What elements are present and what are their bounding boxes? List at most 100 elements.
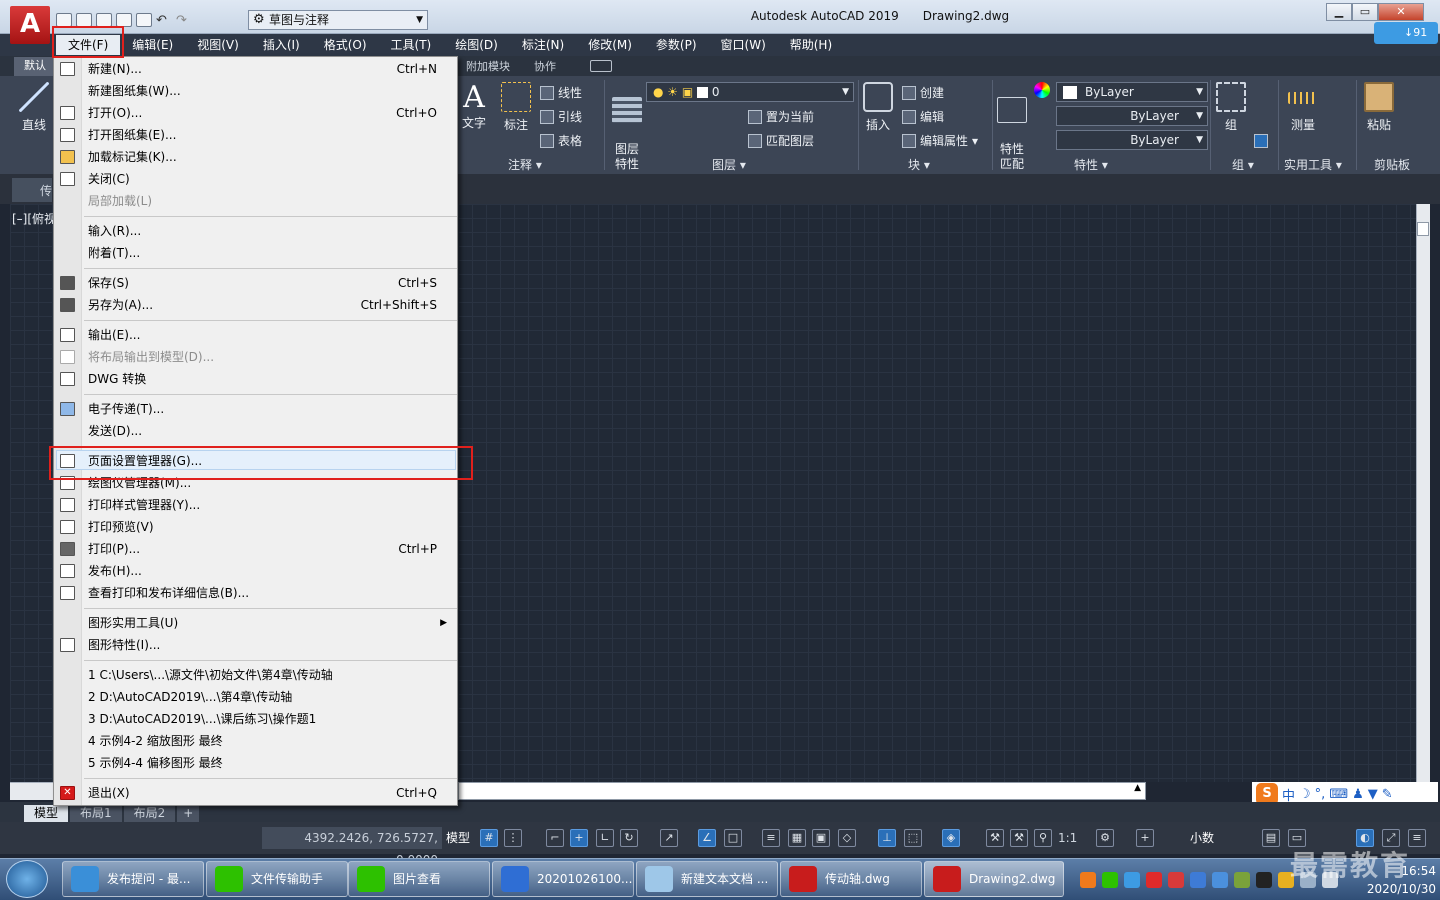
- menu-item-new[interactable]: 新建(N)... Ctrl+N: [54, 58, 457, 80]
- keyboard-icon[interactable]: ⌨: [1329, 787, 1348, 802]
- table-button[interactable]: 表格: [540, 132, 582, 149]
- menu-item-export[interactable]: 输出(E)...: [54, 324, 457, 346]
- linetype-dropdown[interactable]: ByLayer ▼: [1056, 130, 1208, 150]
- set-current-button[interactable]: 置为当前: [748, 108, 814, 125]
- snap-icon[interactable]: ⋮: [504, 829, 522, 847]
- netease-tray-icon[interactable]: [1168, 872, 1184, 888]
- match-layer-button[interactable]: 匹配图层: [748, 132, 814, 149]
- quick-properties-icon[interactable]: ▤: [1262, 829, 1280, 847]
- object-snap-icon[interactable]: □: [724, 829, 742, 847]
- menu-item-plot[interactable]: 打印(P)... Ctrl+P: [54, 538, 457, 560]
- workspace-dropdown[interactable]: ⚙ 草图与注释 ▼: [248, 10, 428, 30]
- menu-item-recent-1[interactable]: 1 C:\Users\...\源文件\初始文件\第4章\传动轴: [54, 664, 457, 686]
- menu-format[interactable]: 格式(O): [312, 35, 379, 55]
- taskbar-item-wechat[interactable]: 文件传输助手: [206, 861, 348, 897]
- menu-view[interactable]: 视图(V): [185, 35, 251, 55]
- menu-tools[interactable]: 工具(T): [379, 35, 444, 55]
- menu-dimension[interactable]: 标注(N): [510, 35, 576, 55]
- print-icon[interactable]: [136, 13, 152, 27]
- redo-icon[interactable]: ↷: [176, 13, 192, 28]
- annotation-panel-title[interactable]: 注释 ▾: [508, 156, 542, 173]
- menu-item-send[interactable]: 发送(D)...: [54, 420, 457, 442]
- annotation-monitor-icon[interactable]: +: [1136, 829, 1154, 847]
- tab-model[interactable]: 模型: [24, 805, 69, 822]
- layer-dropdown[interactable]: ● ☀ ▣ 0 ▼: [646, 82, 854, 102]
- tab-home[interactable]: 默认: [14, 57, 56, 76]
- open-icon[interactable]: [76, 13, 92, 27]
- grid-icon[interactable]: #: [480, 829, 498, 847]
- menu-item-etransmit[interactable]: 电子传递(T)...: [54, 398, 457, 420]
- new-icon[interactable]: [56, 13, 72, 27]
- autocad-logo-icon[interactable]: A: [10, 6, 50, 44]
- menu-window[interactable]: 窗口(W): [709, 35, 778, 55]
- 3d-osnap-icon[interactable]: ◇: [838, 829, 856, 847]
- block-panel-title[interactable]: 块 ▾: [908, 156, 930, 173]
- properties-panel-title[interactable]: 特性 ▾: [1074, 156, 1108, 173]
- menu-item-exit[interactable]: ✕ 退出(X) Ctrl+Q: [54, 782, 457, 804]
- measure-tool[interactable]: 测量: [1284, 82, 1322, 133]
- menu-item-recent-3[interactable]: 3 D:\AutoCAD2019\...\课后练习\操作题1: [54, 708, 457, 730]
- dynamic-ucs-icon[interactable]: ⊥: [878, 829, 896, 847]
- auto-scale-icon[interactable]: ⚒: [1010, 829, 1028, 847]
- menu-item-save[interactable]: 保存(S) Ctrl+S: [54, 272, 457, 294]
- annotation-scale-icon[interactable]: ⚲: [1034, 829, 1052, 847]
- menu-parametric[interactable]: 参数(P): [644, 35, 709, 55]
- cloud-sync-badge[interactable]: ↓91: [1374, 22, 1438, 44]
- menu-item-attach[interactable]: 附着(T)...: [54, 242, 457, 264]
- security-tray-icon[interactable]: [1146, 872, 1162, 888]
- app-tray-icon[interactable]: [1234, 872, 1250, 888]
- wrench-icon[interactable]: ✎: [1382, 787, 1393, 802]
- polar-icon[interactable]: ↻: [620, 829, 638, 847]
- workspace-gear-icon[interactable]: ⚙: [1096, 829, 1114, 847]
- gizmo-icon[interactable]: ◈: [942, 829, 960, 847]
- minimize-button[interactable]: ▁: [1326, 3, 1352, 21]
- clipboard-panel-title[interactable]: 剪贴板: [1374, 156, 1410, 173]
- lineweight-dropdown[interactable]: ByLayer ▼: [1056, 106, 1208, 126]
- layers-panel-title[interactable]: 图层 ▾: [712, 156, 746, 173]
- menu-item-import[interactable]: 输入(R)...: [54, 220, 457, 242]
- tab-addins[interactable]: 附加模块: [466, 58, 510, 74]
- transparency-icon[interactable]: ▦: [788, 829, 806, 847]
- punctuation-icon[interactable]: °,: [1315, 787, 1326, 802]
- selection-filter-icon[interactable]: ⬚: [904, 829, 922, 847]
- annotation-visibility-icon[interactable]: ⚒: [986, 829, 1004, 847]
- viewport-label[interactable]: [–][俯视: [12, 210, 56, 227]
- taskbar-item-document[interactable]: 20201026100...: [492, 861, 634, 897]
- ortho-icon[interactable]: ∟: [596, 829, 614, 847]
- menu-item-new-sheet-set[interactable]: 新建图纸集(W)...: [54, 80, 457, 102]
- menu-item-drawing-utilities[interactable]: 图形实用工具(U) ▶: [54, 612, 457, 634]
- paste-tool[interactable]: 粘贴: [1362, 82, 1396, 133]
- utilities-panel-title[interactable]: 实用工具 ▾: [1284, 156, 1342, 173]
- group-tool[interactable]: 组: [1214, 82, 1248, 133]
- menu-item-recent-2[interactable]: 2 D:\AutoCAD2019\...\第4章\传动轴: [54, 686, 457, 708]
- nvidia-tray-icon[interactable]: [1256, 872, 1272, 888]
- cloud-tray-icon[interactable]: [1124, 872, 1140, 888]
- group-select-button[interactable]: [1254, 134, 1268, 148]
- selection-cycling-icon[interactable]: ▣: [812, 829, 830, 847]
- file-tab[interactable]: 传: [12, 178, 52, 202]
- dynamic-input-icon[interactable]: +: [570, 829, 588, 847]
- menu-help[interactable]: 帮助(H): [778, 35, 844, 55]
- menu-item-plot-preview[interactable]: 打印预览(V): [54, 516, 457, 538]
- tab-layout1[interactable]: 布局1: [70, 805, 122, 822]
- menu-modify[interactable]: 修改(M): [576, 35, 644, 55]
- annotation-scale-value[interactable]: 1:1: [1058, 829, 1077, 847]
- customize-menu-icon[interactable]: ≡: [1408, 829, 1426, 847]
- taskbar-item-notepad[interactable]: 新建文本文档 ...: [636, 861, 778, 897]
- ribbon-toggle-icon[interactable]: [590, 60, 612, 72]
- lineweight-icon[interactable]: ≡: [762, 829, 780, 847]
- menu-item-open-sheet-set[interactable]: 打开图纸集(E)...: [54, 124, 457, 146]
- infer-constraints-icon[interactable]: ⌐: [546, 829, 564, 847]
- create-block-button[interactable]: 创建: [902, 84, 944, 101]
- menu-item-dwg-convert[interactable]: DWG 转换: [54, 368, 457, 390]
- edit-block-button[interactable]: 编辑: [902, 108, 944, 125]
- save-icon[interactable]: [96, 13, 112, 27]
- vertical-scrollbar[interactable]: [1416, 204, 1430, 782]
- sogou-tray-icon[interactable]: [1080, 872, 1096, 888]
- coordinates-readout[interactable]: 4392.2426, 726.5727, 0.0000: [262, 827, 442, 867]
- text-tool[interactable]: A 文字: [458, 82, 490, 131]
- isodraft-icon[interactable]: ↗: [660, 829, 678, 847]
- taskbar-item-image-viewer[interactable]: 图片查看: [348, 861, 490, 897]
- linear-dim-button[interactable]: 线性: [540, 84, 582, 101]
- undo-icon[interactable]: ↶: [156, 13, 172, 28]
